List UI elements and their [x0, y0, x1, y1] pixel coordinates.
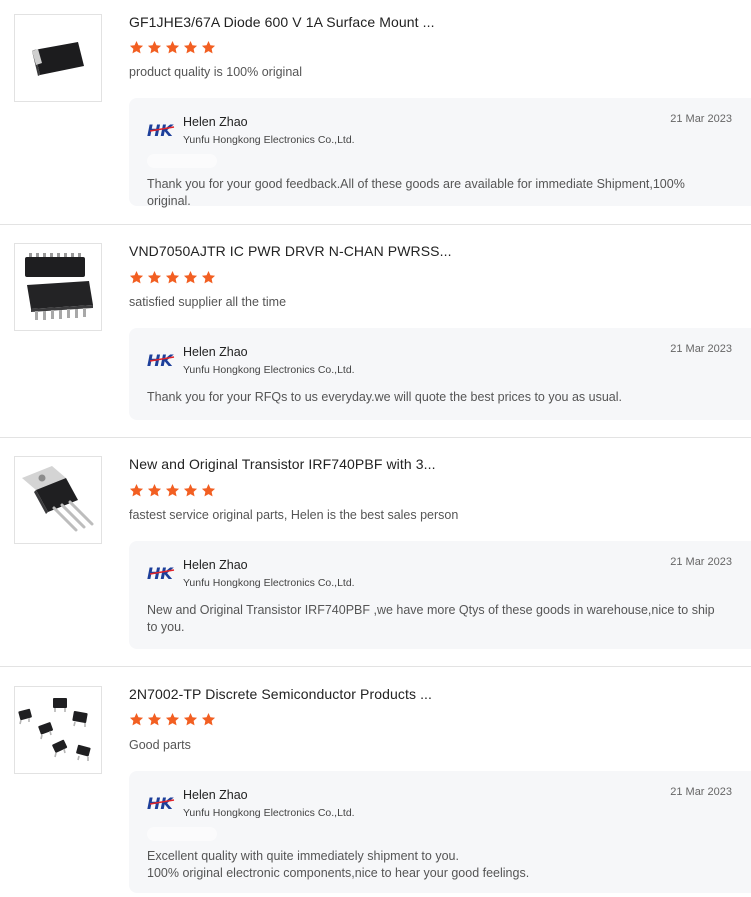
reply-date: 21 Mar 2023: [670, 556, 732, 568]
product-thumbnail[interactable]: [14, 14, 102, 102]
star-icon: [129, 270, 144, 284]
star-icon: [183, 712, 198, 726]
sot23-transistors-icon: [18, 698, 91, 761]
reply-author: Helen Zhao: [183, 558, 248, 572]
product-thumbnail[interactable]: [14, 686, 102, 774]
product-title[interactable]: GF1JHE3/67A Diode 600 V 1A Surface Mount…: [129, 14, 435, 30]
star-icon: [129, 483, 144, 497]
seller-reply: HK Helen Zhao Yunfu Hongkong Electronics…: [129, 98, 751, 208]
star-icon: [183, 483, 198, 497]
reply-text-line: 100% original electronic components,nice…: [147, 865, 530, 880]
star-icon: [201, 270, 216, 284]
reply-text: Excellent quality with quite immediately…: [147, 848, 723, 881]
star-icon: [147, 712, 162, 726]
star-icon: [165, 40, 180, 54]
reply-date: 21 Mar 2023: [670, 786, 732, 798]
power-ic-icon: [25, 253, 93, 320]
product-thumbnail[interactable]: [14, 243, 102, 331]
star-rating: [129, 40, 216, 55]
star-icon: [165, 270, 180, 284]
product-title[interactable]: VND7050AJTR IC PWR DRVR N-CHAN PWRSS...: [129, 243, 452, 259]
review-item: VND7050AJTR IC PWR DRVR N-CHAN PWRSS... …: [0, 225, 751, 438]
star-icon: [201, 40, 216, 54]
review-item: 2N7002-TP Discrete Semiconductor Product…: [0, 667, 751, 897]
reply-text: Thank you for your RFQs to us everyday.w…: [147, 390, 622, 404]
star-rating: [129, 270, 216, 285]
company-logo-icon: HK: [147, 351, 174, 370]
star-icon: [165, 712, 180, 726]
product-thumbnail[interactable]: [14, 456, 102, 544]
reply-author: Helen Zhao: [183, 115, 248, 129]
company-logo-icon: HK: [147, 794, 174, 813]
reply-company: Yunfu Hongkong Electronics Co.,Ltd.: [183, 364, 355, 376]
star-icon: [183, 40, 198, 54]
company-logo-icon: HK: [147, 121, 174, 140]
reply-text-line: Excellent quality with quite immediately…: [147, 849, 459, 863]
star-icon: [201, 712, 216, 726]
to220-transistor-icon: [22, 466, 94, 532]
reply-date: 21 Mar 2023: [670, 113, 732, 125]
product-title[interactable]: New and Original Transistor IRF740PBF wi…: [129, 456, 436, 472]
review-comment: product quality is 100% original: [129, 65, 303, 79]
star-icon: [129, 40, 144, 54]
review-item: GF1JHE3/67A Diode 600 V 1A Surface Mount…: [0, 0, 751, 225]
review-comment: satisfied supplier all the time: [129, 295, 287, 309]
company-logo-icon: HK: [147, 564, 174, 583]
reply-date: 21 Mar 2023: [670, 343, 732, 355]
reply-text: New and Original Transistor IRF740PBF ,w…: [147, 603, 715, 634]
star-icon: [147, 270, 162, 284]
star-rating: [129, 712, 216, 727]
review-comment: Good parts: [129, 738, 191, 752]
reply-text: Thank you for your good feedback.All of …: [147, 177, 685, 208]
reply-company: Yunfu Hongkong Electronics Co.,Ltd.: [183, 807, 355, 819]
smd-diode-icon: [32, 42, 84, 76]
star-icon: [147, 40, 162, 54]
reply-author: Helen Zhao: [183, 345, 248, 359]
star-icon: [165, 483, 180, 497]
star-icon: [201, 483, 216, 497]
product-title[interactable]: 2N7002-TP Discrete Semiconductor Product…: [129, 686, 432, 702]
review-comment: fastest service original parts, Helen is…: [129, 508, 459, 522]
review-item: New and Original Transistor IRF740PBF wi…: [0, 438, 751, 667]
reply-author: Helen Zhao: [183, 788, 248, 802]
star-icon: [147, 483, 162, 497]
seller-reply: HK Helen Zhao Yunfu Hongkong Electronics…: [129, 328, 751, 420]
reply-company: Yunfu Hongkong Electronics Co.,Ltd.: [183, 577, 355, 589]
star-icon: [129, 712, 144, 726]
seller-reply: HK Helen Zhao Yunfu Hongkong Electronics…: [129, 541, 751, 649]
reply-company: Yunfu Hongkong Electronics Co.,Ltd.: [183, 134, 355, 146]
blurred-label: [147, 827, 217, 841]
blurred-label: [147, 154, 217, 168]
star-icon: [183, 270, 198, 284]
seller-reply: HK Helen Zhao Yunfu Hongkong Electronics…: [129, 771, 751, 893]
star-rating: [129, 483, 216, 498]
